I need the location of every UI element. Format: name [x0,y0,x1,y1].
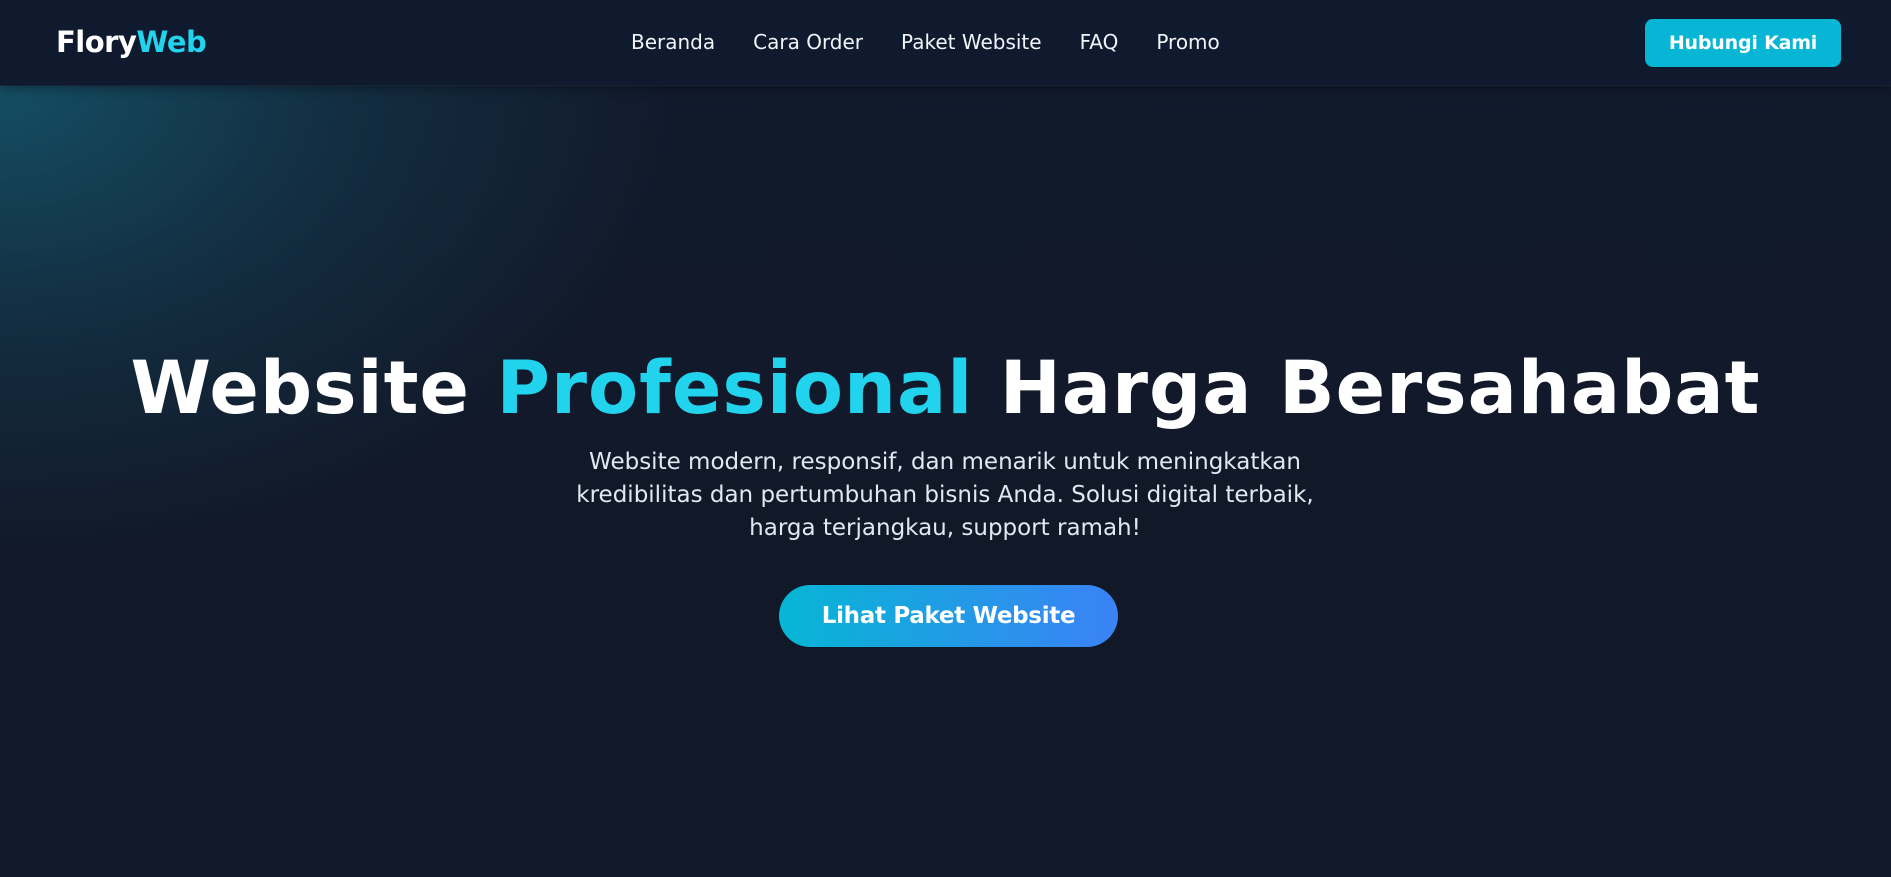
nav-link-paket-website[interactable]: Paket Website [901,29,1042,55]
contact-us-button[interactable]: Hubungi Kami [1645,19,1841,67]
main-navigation: Beranda Cara Order Paket Website FAQ Pro… [631,29,1220,55]
nav-link-promo[interactable]: Promo [1156,29,1219,55]
nav-link-beranda[interactable]: Beranda [631,29,715,55]
view-packages-button[interactable]: Lihat Paket Website [779,585,1118,647]
nav-link-faq[interactable]: FAQ [1080,29,1119,55]
landing-page: FloryWeb Beranda Cara Order Paket Websit… [0,0,1891,877]
hero-title-part1: Website [130,346,497,431]
nav-link-cara-order[interactable]: Cara Order [753,29,863,55]
navbar: FloryWeb Beranda Cara Order Paket Websit… [0,0,1891,86]
hero-subtitle: Website modern, responsif, dan menarik u… [576,449,1314,541]
logo-text-main: Flory [56,25,137,59]
hero-title-part2: Harga Bersahabat [973,346,1761,431]
hero-title-accent: Profesional [496,346,974,431]
brand-logo[interactable]: FloryWeb [56,24,207,60]
logo-text-accent: Web [136,25,207,59]
hero-title: Website Profesional Harga Bersahabat [0,346,1891,432]
